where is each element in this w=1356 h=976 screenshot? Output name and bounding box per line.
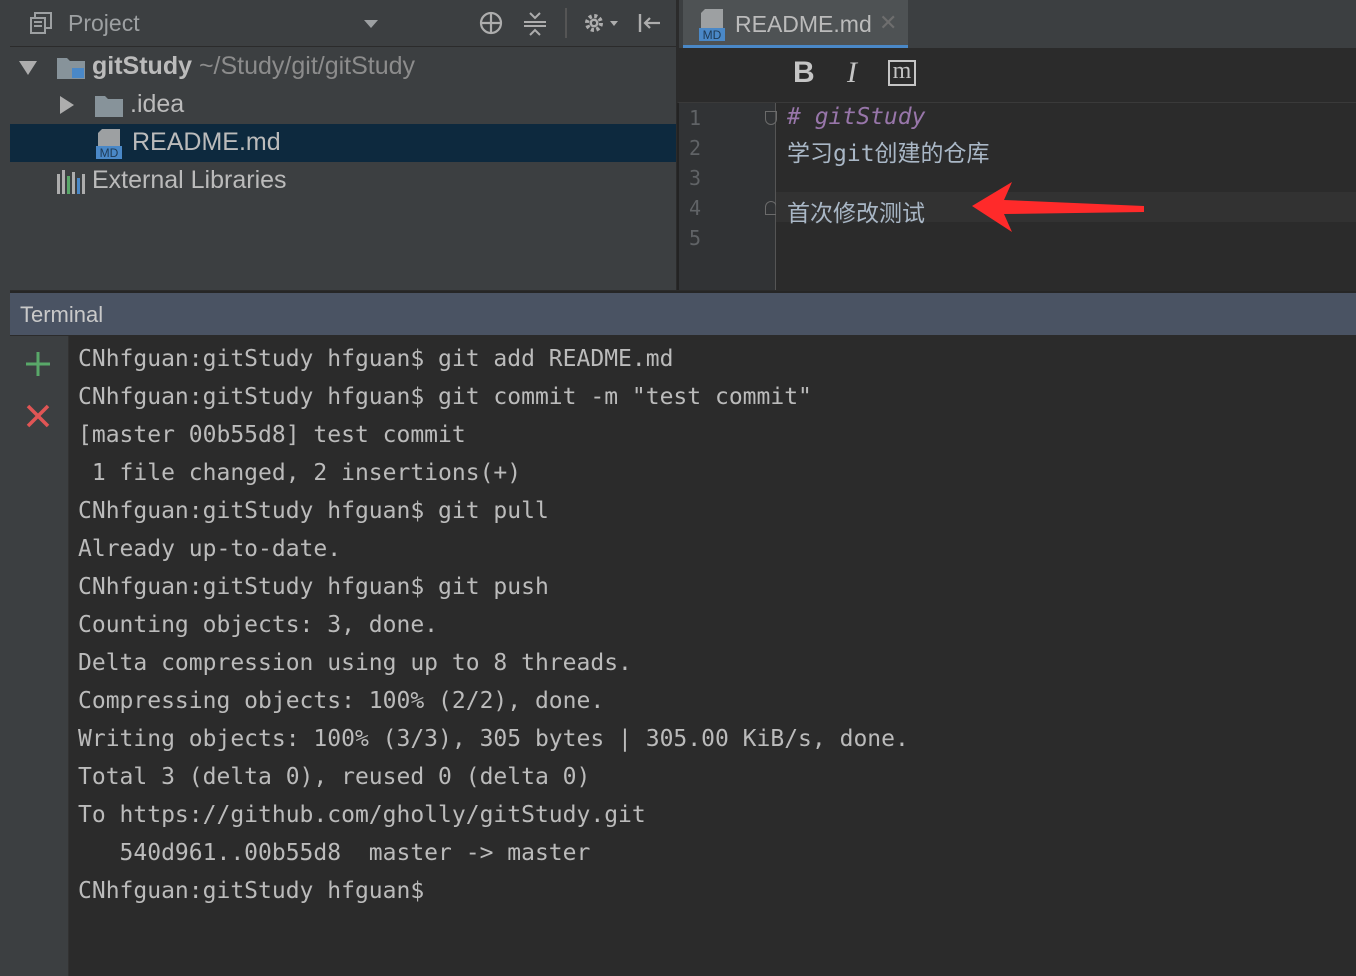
folder-icon — [94, 94, 124, 123]
tab-readme[interactable]: MD README.md ✕ — [683, 0, 908, 48]
toolbar-separator — [565, 8, 567, 38]
terminal-line: Compressing objects: 100% (2/2), done. — [78, 688, 605, 714]
terminal-line: Already up-to-date. — [78, 536, 342, 562]
italic-button[interactable]: I — [847, 56, 857, 90]
project-view-icon[interactable] — [30, 12, 52, 34]
line-number-gutter: 1 2 3 4 5 — [679, 103, 777, 290]
terminal-line: CNhfguan:gitStudy hfguan$ git commit -m … — [78, 384, 812, 410]
folder-icon — [56, 56, 86, 85]
tree-item-gitstudy[interactable]: gitStudy ~/Study/git/gitStudy — [10, 48, 676, 86]
terminal-line: CNhfguan:gitStudy hfguan$ git push — [78, 574, 549, 600]
tree-item-label: gitStudy ~/Study/git/gitStudy — [92, 52, 416, 80]
terminal-line: Total 3 (delta 0), reused 0 (delta 0) — [78, 764, 591, 790]
code-button[interactable]: m — [888, 59, 916, 86]
svg-text:MD: MD — [703, 28, 722, 42]
line-number: 1 — [689, 106, 702, 130]
terminal-header: Terminal — [10, 291, 1356, 336]
close-icon[interactable]: ✕ — [879, 10, 897, 36]
markdown-toolbar: B I m — [677, 48, 1356, 103]
locate-icon[interactable] — [476, 8, 506, 38]
terminal-line: 540d961..00b55d8 master -> master — [78, 840, 591, 866]
project-panel-header: Project — [10, 0, 676, 47]
collapse-all-icon[interactable] — [520, 8, 550, 38]
terminal-line: 1 file changed, 2 insertions(+) — [78, 460, 522, 486]
terminal-line: [master 00b55d8] test commit — [78, 422, 466, 448]
code-line: 首次修改测试 — [787, 201, 925, 227]
project-panel-title[interactable]: Project — [68, 10, 140, 37]
line-number: 3 — [689, 166, 702, 190]
terminal-side-toolbar — [10, 336, 69, 976]
tree-item-label: README.md — [132, 128, 281, 156]
editor-tab-bar: MD README.md ✕ — [677, 0, 1356, 49]
line-number: 5 — [689, 226, 702, 250]
svg-text:MD: MD — [100, 146, 119, 160]
terminal-title[interactable]: Terminal — [20, 302, 103, 328]
tree-item-external-libraries[interactable]: External Libraries — [10, 162, 676, 200]
libraries-icon — [56, 168, 86, 201]
terminal-line: CNhfguan:gitStudy hfguan$ git pull — [78, 498, 549, 524]
code-line: 学习git创建的仓库 — [787, 141, 990, 167]
hide-panel-icon[interactable] — [634, 8, 664, 38]
terminal-output[interactable]: CNhfguan:gitStudy hfguan$ git add README… — [69, 336, 1356, 976]
close-session-icon[interactable] — [24, 402, 52, 430]
line-number: 2 — [689, 136, 702, 160]
tree-item-readme[interactable]: MD README.md — [10, 124, 676, 162]
terminal-line: Writing objects: 100% (3/3), 305 bytes |… — [78, 726, 909, 752]
code-line: # gitStudy — [787, 104, 926, 130]
terminal-line: CNhfguan:gitStudy hfguan$ git add README… — [78, 346, 674, 372]
tree-item-idea[interactable]: .idea — [10, 86, 676, 124]
tree-item-label: External Libraries — [92, 166, 287, 194]
annotation-arrow-icon — [970, 178, 1150, 239]
terminal-prompt: CNhfguan:gitStudy hfguan$ — [78, 878, 425, 904]
fold-start-icon[interactable] — [765, 111, 777, 125]
new-session-icon[interactable] — [24, 350, 52, 378]
terminal-line: To https://github.com/gholly/gitStudy.gi… — [78, 802, 646, 828]
bold-button[interactable]: B — [793, 56, 815, 90]
view-dropdown-icon[interactable] — [364, 20, 378, 28]
markdown-file-icon: MD — [697, 8, 727, 47]
collapse-arrow-icon[interactable] — [60, 96, 74, 114]
line-number: 4 — [689, 196, 702, 220]
settings-icon[interactable] — [582, 8, 622, 38]
project-panel: Project gitStudy ~/Study/git/gitStudy .i… — [10, 0, 676, 290]
tree-item-label: .idea — [130, 90, 185, 118]
expand-arrow-icon[interactable] — [19, 61, 37, 75]
markdown-file-icon: MD — [94, 128, 124, 165]
terminal-line: Counting objects: 3, done. — [78, 612, 439, 638]
terminal-line: Delta compression using up to 8 threads. — [78, 650, 632, 676]
tab-label: README.md — [735, 11, 872, 37]
